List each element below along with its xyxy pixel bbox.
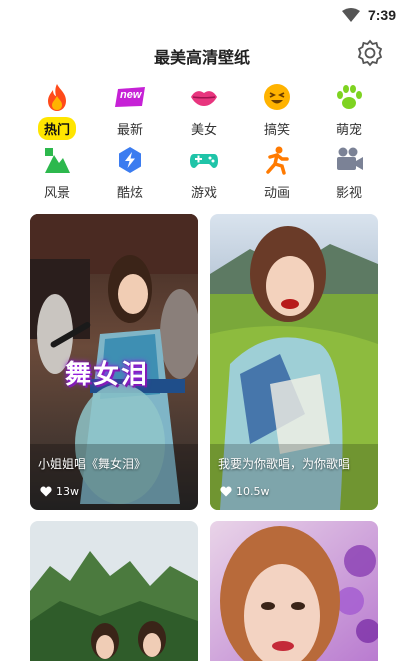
category-label-film: 影视 xyxy=(335,186,362,201)
new-badge-text: new xyxy=(120,89,142,101)
laughing-face-icon xyxy=(264,84,290,110)
category-label-cool: 酷炫 xyxy=(116,186,143,201)
fire-icon xyxy=(48,84,66,111)
heart-icon xyxy=(40,486,52,497)
category-pets[interactable]: 萌宠 xyxy=(317,82,381,140)
lightning-icon xyxy=(119,147,141,173)
wallpaper-card[interactable]: 我要为你歌唱，为你歌唱 10.5w xyxy=(210,214,378,510)
card-likes-count: 13w xyxy=(56,485,79,498)
card-likes-count: 10.5w xyxy=(236,485,270,498)
category-label-games: 游戏 xyxy=(190,186,217,201)
wallpaper-thumbnail xyxy=(30,521,198,661)
song-title-overlay: 舞女泪 xyxy=(65,360,150,390)
wallpaper-card[interactable] xyxy=(30,521,198,661)
card-likes: 13w xyxy=(40,485,79,498)
running-figure-icon xyxy=(266,146,289,175)
gamepad-icon xyxy=(190,154,218,168)
card-caption: 小姐姐唱《舞女泪》 xyxy=(38,457,147,471)
category-film[interactable]: 影视 xyxy=(317,145,381,203)
category-label-funny: 搞笑 xyxy=(263,123,290,138)
lips-icon xyxy=(191,91,217,106)
movie-camera-icon xyxy=(337,147,363,170)
category-cool[interactable]: 酷炫 xyxy=(98,145,162,203)
category-newest[interactable]: new 最新 xyxy=(98,82,162,140)
category-games[interactable]: 游戏 xyxy=(172,145,236,203)
category-label-scenery: 风景 xyxy=(43,186,70,201)
category-label-pets: 萌宠 xyxy=(335,123,362,138)
card-likes: 10.5w xyxy=(220,485,270,498)
card-caption: 我要为你歌唱，为你歌唱 xyxy=(218,457,351,471)
category-beauty[interactable]: 美女 xyxy=(172,82,236,140)
category-hot[interactable]: 热门 xyxy=(25,82,89,140)
category-funny[interactable]: 搞笑 xyxy=(245,82,309,140)
category-label-hot: 热门 xyxy=(37,117,76,140)
wallpaper-thumbnail xyxy=(210,521,378,661)
category-scenery[interactable]: 风景 xyxy=(25,145,89,203)
settings-gear-icon[interactable] xyxy=(356,39,384,67)
wallpaper-card[interactable]: 舞女泪 小姐姐唱《舞女泪》 13w xyxy=(30,214,198,510)
status-bar: 7:39 xyxy=(0,0,404,30)
page-title: 最美高清壁纸 xyxy=(153,48,250,67)
category-label-animation: 动画 xyxy=(263,186,290,201)
app-header: 最美高清壁纸 xyxy=(0,30,404,76)
category-label-beauty: 美女 xyxy=(190,123,217,138)
wifi-icon xyxy=(342,8,360,22)
status-time: 7:39 xyxy=(367,7,396,23)
wallpaper-card[interactable] xyxy=(210,521,378,661)
paw-icon xyxy=(337,85,362,109)
heart-icon xyxy=(220,486,232,497)
category-animation[interactable]: 动画 xyxy=(245,145,309,203)
category-label-newest: 最新 xyxy=(116,123,143,138)
landscape-icon xyxy=(45,148,70,173)
